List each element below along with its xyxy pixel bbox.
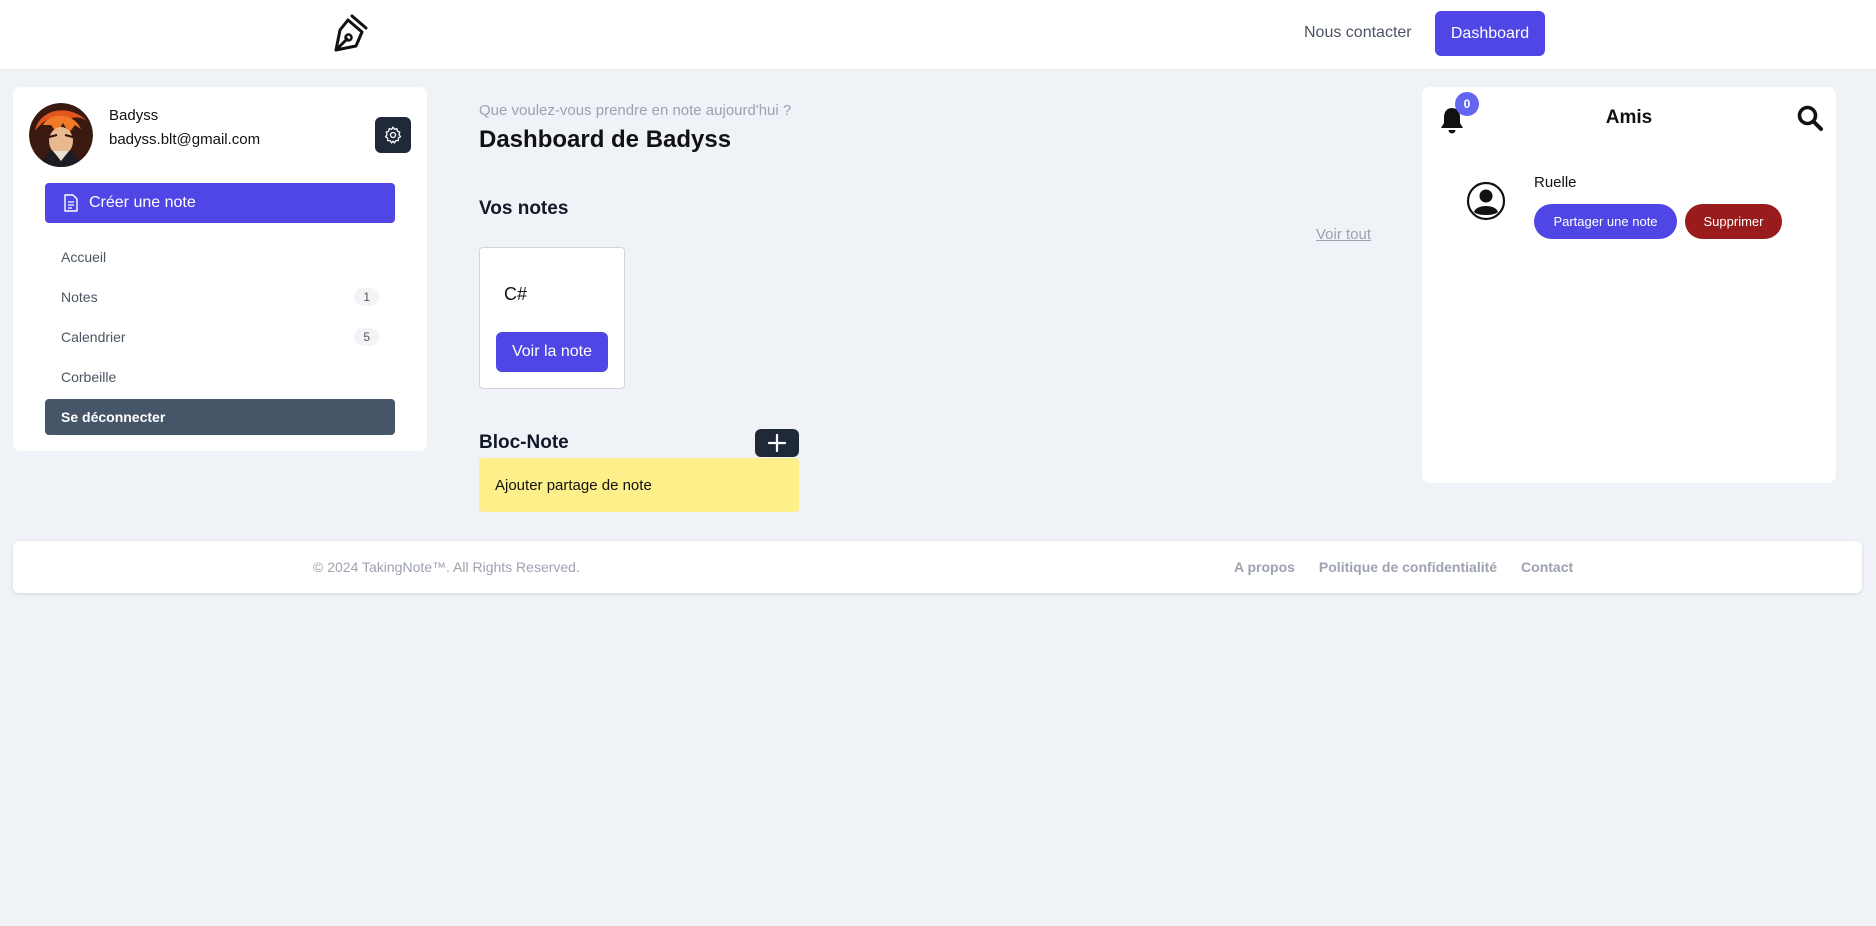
search-icon[interactable]	[1796, 104, 1824, 132]
friends-title: Amis	[1605, 107, 1653, 128]
view-note-button[interactable]: Voir la note	[496, 332, 608, 372]
footer: © 2024 TakingNote™. All Rights Reserved.…	[13, 541, 1862, 593]
copyright-text: © 2024 TakingNote™. All Rights Reserved.	[313, 559, 580, 575]
footer-links: A propos Politique de confidentialité Co…	[1234, 559, 1573, 575]
see-all-link[interactable]: Voir tout	[1316, 226, 1371, 243]
count-badge: 1	[354, 288, 379, 306]
sidebar-item-label: Accueil	[61, 249, 107, 265]
sidebar-item-corbeille[interactable]: Corbeille	[45, 359, 395, 395]
user-sidebar: Badyss badyss.blt@gmail.com Créer une no…	[13, 87, 427, 451]
bloc-note-item[interactable]: Ajouter partage de note	[479, 458, 799, 512]
settings-button[interactable]	[375, 117, 411, 153]
footer-link-about[interactable]: A propos	[1234, 559, 1295, 575]
sidebar-item-label: Notes	[61, 289, 98, 305]
pen-nib-logo-icon[interactable]	[326, 12, 372, 58]
note-card: C# Voir la note	[479, 247, 625, 389]
bloc-note-heading: Bloc-Note	[479, 432, 569, 453]
user-email: badyss.blt@gmail.com	[109, 131, 261, 148]
sidebar-item-accueil[interactable]: Accueil	[45, 239, 395, 275]
user-name: Badyss	[109, 107, 159, 124]
sidebar-item-label: Corbeille	[61, 369, 117, 385]
count-badge: 5	[354, 328, 379, 346]
gear-icon	[384, 126, 402, 144]
create-note-label: Créer une note	[89, 194, 196, 211]
contact-link[interactable]: Nous contacter	[1304, 24, 1412, 42]
sidebar-item-label: Calendrier	[61, 329, 126, 345]
notes-heading: Vos notes	[479, 198, 569, 219]
footer-link-contact[interactable]: Contact	[1521, 559, 1573, 575]
top-navbar: Nous contacter Dashboard	[0, 0, 1876, 70]
page-subtitle: Que voulez-vous prendre en note aujourd'…	[479, 102, 792, 119]
sidebar-item-calendrier[interactable]: Calendrier 5	[45, 319, 395, 355]
avatar-image	[29, 103, 93, 167]
sidebar-item-notes[interactable]: Notes 1	[45, 279, 395, 315]
delete-friend-button[interactable]: Supprimer	[1685, 204, 1782, 239]
create-note-button[interactable]: Créer une note	[45, 183, 395, 223]
logout-button[interactable]: Se déconnecter	[45, 399, 395, 435]
add-bloc-note-button[interactable]	[755, 429, 799, 457]
friends-panel: 0 Amis Ruelle Partager une note Supprime…	[1422, 87, 1836, 483]
share-note-button[interactable]: Partager une note	[1534, 204, 1677, 239]
page-title: Dashboard de Badyss	[479, 126, 732, 153]
footer-link-privacy[interactable]: Politique de confidentialité	[1319, 559, 1497, 575]
friend-name: Ruelle	[1534, 174, 1577, 191]
document-icon	[64, 194, 78, 212]
dashboard-button[interactable]: Dashboard	[1435, 11, 1545, 56]
plus-icon	[767, 433, 787, 453]
note-title: C#	[504, 284, 528, 304]
user-circle-icon	[1466, 181, 1506, 221]
avatar[interactable]	[29, 103, 93, 167]
